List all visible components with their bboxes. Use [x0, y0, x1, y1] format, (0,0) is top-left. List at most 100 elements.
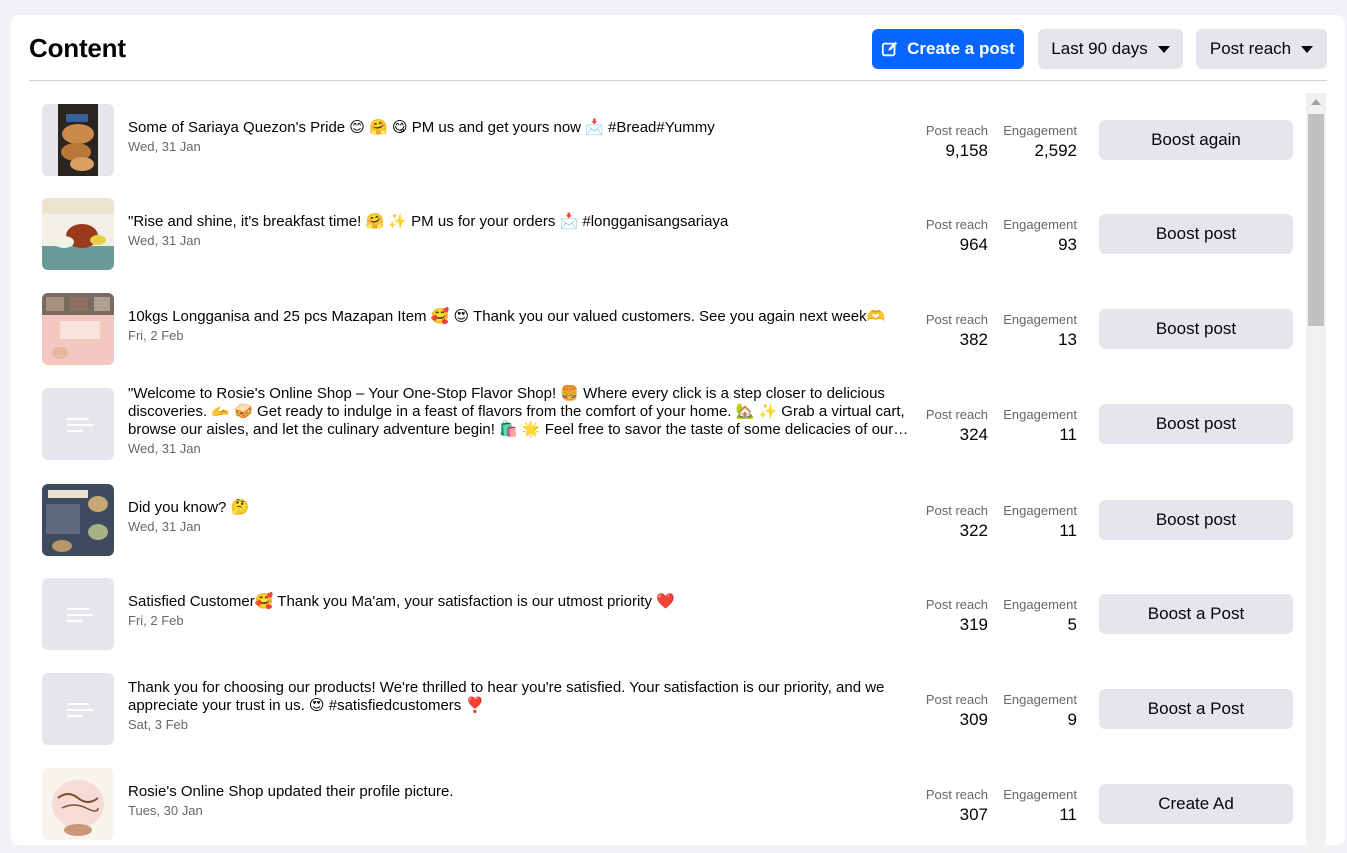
post-row[interactable]: Rosie's Online Shop updated their profil…: [11, 757, 1305, 852]
post-reach-value: 382: [959, 330, 988, 349]
post-row[interactable]: Thank you for choosing our products! We'…: [11, 662, 1305, 757]
create-ad-button[interactable]: Create Ad: [1099, 784, 1293, 824]
did-you-know-photo: [42, 484, 114, 556]
post-date: Wed, 31 Jan: [128, 519, 201, 534]
post-text: 10kgs Longganisa and 25 pcs Mazapan Item…: [128, 308, 918, 343]
post-text: Some of Sariaya Quezon's Pride 😊 🤗 😋 PM …: [128, 119, 918, 154]
engagement-metric: Engagement 13: [1003, 312, 1077, 350]
boost-post-button[interactable]: Boost post: [1099, 309, 1293, 349]
create-post-button[interactable]: Create a post: [872, 29, 1024, 69]
post-reach-metric: Post reach 309: [926, 692, 988, 730]
post-reach-value: 307: [959, 805, 988, 824]
post-reach-metric: Post reach 319: [926, 597, 988, 635]
engagement-label: Engagement: [1003, 692, 1077, 707]
post-reach-metric: Post reach 324: [926, 407, 988, 445]
post-text: Rosie's Online Shop updated their profil…: [128, 783, 918, 818]
post-reach-label: Post reach: [925, 312, 988, 327]
post-thumbnail: [42, 484, 114, 556]
post-text: "Rise and shine, it's breakfast time! 🤗 …: [128, 213, 918, 248]
engagement-label: Engagement: [1003, 217, 1077, 232]
post-row[interactable]: "Rise and shine, it's breakfast time! 🤗 …: [11, 187, 1305, 282]
post-thumbnail: [42, 578, 114, 650]
engagement-value: 2,592: [1034, 141, 1077, 160]
post-message: Thank you for choosing our products! We'…: [128, 679, 885, 714]
profile-picture: [42, 768, 114, 840]
post-reach-value: 964: [959, 235, 988, 254]
post-message: "Welcome to Rosie's Online Shop – Your O…: [128, 385, 909, 438]
post-text: "Welcome to Rosie's Online Shop – Your O…: [128, 385, 918, 456]
bread-photo: [42, 104, 114, 176]
post-reach-value: 322: [959, 521, 988, 540]
engagement-metric: Engagement 11: [1003, 503, 1077, 541]
post-row[interactable]: Satisfied Customer🥰 Thank you Ma'am, you…: [11, 567, 1305, 662]
scrollbar[interactable]: [1306, 93, 1326, 853]
post-thumbnail: [42, 104, 114, 176]
engagement-metric: Engagement 5: [1003, 597, 1077, 635]
boost-post-button[interactable]: Boost post: [1099, 214, 1293, 254]
boost-a-post-button[interactable]: Boost a Post: [1099, 594, 1293, 634]
post-reach-label: Post reach: [925, 123, 988, 138]
engagement-value: 11: [1059, 805, 1077, 824]
post-reach-value: 319: [959, 615, 988, 634]
post-reach-label: Post reach: [925, 217, 988, 232]
content-header: Content Create a post Last 90 days Post …: [29, 15, 1327, 81]
engagement-metric: Engagement 11: [1003, 407, 1077, 445]
post-reach-label: Post reach: [925, 692, 988, 707]
breakfast-photo: [42, 198, 114, 270]
post-thumbnail: [42, 293, 114, 365]
scroll-up-arrow-icon[interactable]: [1311, 99, 1321, 105]
caret-down-icon: [1301, 45, 1314, 53]
post-thumbnail: [42, 198, 114, 270]
text-post-icon: [67, 703, 93, 721]
post-reach-metric: Post reach 964: [926, 217, 988, 255]
engagement-metric: Engagement 9: [1003, 692, 1077, 730]
post-thumbnail: [42, 673, 114, 745]
post-row[interactable]: Did you know? 🤔 Wed, 31 Jan Post reach 3…: [11, 473, 1305, 568]
engagement-label: Engagement: [1003, 503, 1077, 518]
boost-post-button[interactable]: Boost post: [1099, 500, 1293, 540]
post-reach-metric: Post reach 9,158: [926, 123, 988, 161]
period-dropdown[interactable]: Last 90 days: [1038, 29, 1183, 69]
sort-dropdown[interactable]: Post reach: [1196, 29, 1327, 69]
post-date: Wed, 31 Jan: [128, 441, 201, 456]
engagement-label: Engagement: [1003, 787, 1077, 802]
text-post-icon: [67, 608, 93, 626]
post-reach-metric: Post reach 322: [926, 503, 988, 541]
boost-a-post-button[interactable]: Boost a Post: [1099, 689, 1293, 729]
scrollbar-thumb[interactable]: [1308, 114, 1324, 326]
engagement-metric: Engagement 93: [1003, 217, 1077, 255]
post-date: Fri, 2 Feb: [128, 613, 184, 628]
post-row[interactable]: "Welcome to Rosie's Online Shop – Your O…: [11, 377, 1305, 472]
post-thumbnail: [42, 388, 114, 460]
engagement-value: 13: [1058, 330, 1077, 349]
boost-post-button[interactable]: Boost post: [1099, 404, 1293, 444]
sort-label: Post reach: [1209, 39, 1292, 58]
post-list: Some of Sariaya Quezon's Pride 😊 🤗 😋 PM …: [11, 93, 1305, 853]
post-date: Wed, 31 Jan: [128, 233, 201, 248]
post-reach-metric: Post reach 382: [926, 312, 988, 350]
post-reach-metric: Post reach 307: [926, 787, 988, 825]
text-post-icon: [67, 418, 93, 436]
post-date: Sat, 3 Feb: [128, 717, 188, 732]
post-reach-value: 324: [959, 425, 988, 444]
page-title: Content: [29, 33, 126, 63]
engagement-label: Engagement: [1003, 312, 1077, 327]
caret-down-icon: [1157, 45, 1170, 53]
engagement-label: Engagement: [1003, 407, 1077, 422]
post-text: Thank you for choosing our products! We'…: [128, 679, 918, 732]
post-reach-value: 309: [959, 710, 988, 729]
post-thumbnail: [42, 768, 114, 840]
engagement-metric: Engagement 2,592: [1003, 123, 1077, 161]
period-label: Last 90 days: [1051, 39, 1148, 58]
boost-again-button[interactable]: Boost again: [1099, 120, 1293, 160]
post-row[interactable]: 10kgs Longganisa and 25 pcs Mazapan Item…: [11, 282, 1305, 377]
post-reach-label: Post reach: [925, 597, 988, 612]
post-reach-label: Post reach: [925, 503, 988, 518]
engagement-metric: Engagement 11: [1003, 787, 1077, 825]
post-reach-value: 9,158: [945, 141, 988, 160]
engagement-value: 11: [1059, 425, 1077, 444]
post-message: Rosie's Online Shop updated their profil…: [128, 783, 454, 800]
post-date: Tues, 30 Jan: [128, 803, 203, 818]
post-text: Satisfied Customer🥰 Thank you Ma'am, you…: [128, 593, 918, 628]
post-row[interactable]: Some of Sariaya Quezon's Pride 😊 🤗 😋 PM …: [11, 93, 1305, 188]
